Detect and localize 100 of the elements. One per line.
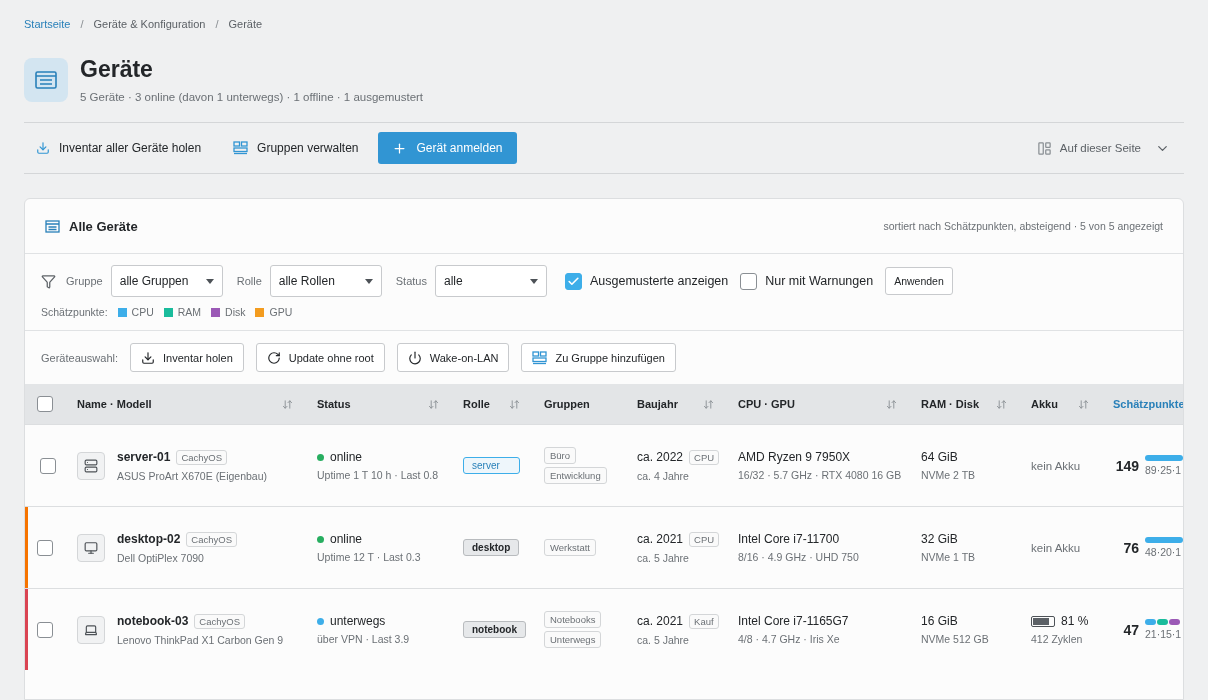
column-header[interactable]: Status [305,398,451,410]
page-summary: 5 Geräte · 3 online (davon 1 unterwegs) · 1 offline · 1 ausgemustert [80,91,424,103]
group-tag: Unterwegs [544,631,602,648]
breadcrumb-link[interactable]: Startseite [24,18,71,30]
plus-icon [392,140,408,156]
score-parts: 21·15·1 [1145,628,1183,640]
legend-label: RAM [177,306,202,318]
row-checkbox[interactable] [37,621,53,638]
score-parts: 89·25·1 [1145,464,1183,476]
toolbar-button[interactable]: Gruppen verwalten [221,132,371,164]
year-text: ca. 2021 [637,614,684,628]
selection-button[interactable]: Zu Gruppe hinzufügen [521,343,676,372]
check-icon [566,274,580,288]
year-text: ca. 2021 [637,532,684,546]
role-tag: desktop [463,539,520,556]
column-header[interactable]: Baujahr [625,398,726,410]
page-icon [24,57,68,102]
card-title: Alle Geräte [69,218,138,234]
breadcrumb-link[interactable]: Geräte & Konfiguration [93,18,206,30]
toolbar-button[interactable]: Inventar aller Geräte holen [24,132,214,164]
caret-icon [364,278,373,284]
score-bar [1145,455,1183,461]
selection-button[interactable]: Update ohne root [255,343,385,372]
apply-button[interactable]: Anwenden [885,267,953,295]
os-tag: CachyOS [176,449,228,465]
power-icon [407,350,422,365]
score-value: 47 [1123,621,1139,638]
disk-text: NVMe 512 GB [921,633,990,645]
sort-icon[interactable] [1078,398,1089,410]
age-text: ca. 5 Jahre [637,551,690,564]
role-tag: notebook [463,621,526,638]
sort-icon[interactable] [703,398,714,410]
group-tag: Notebooks [544,611,602,628]
battery-text: kein Akku [1031,459,1082,472]
row-checkbox[interactable] [37,539,53,556]
battery-cycles: 412 Zyklen [1031,633,1084,645]
selection-button[interactable]: Inventar holen [130,343,244,372]
selection-button[interactable]: Wake-on-LAN [396,343,510,372]
filter-select[interactable]: alle Gruppen [110,265,223,297]
column-header[interactable]: Rolle [451,398,532,410]
status-detail: Uptime 12 T · Last 0.3 [317,551,422,563]
column-header[interactable]: Gruppen [532,398,625,410]
row-checkbox[interactable] [40,457,56,474]
battery-reading: 81 % [1061,614,1089,628]
cpu-text: Intel Core i7-1165G7 [738,614,850,628]
download-icon [36,141,50,155]
selection-label: Geräteauswahl: [41,351,119,364]
status-detail: über VPN · Last 3.9 [317,633,411,645]
filter-icon [41,273,56,289]
breadcrumb-link[interactable]: Geräte [228,18,263,30]
role-tag: server [463,457,520,474]
sort-icon[interactable] [996,398,1007,410]
cpu-text: AMD Ryzen 9 7950X [738,450,852,464]
column-header[interactable]: CPU · GPU [726,398,909,410]
filter-label: Gruppe [66,275,103,287]
device-name: desktop-02 [117,532,181,546]
filter-select[interactable]: alle [434,265,547,297]
filter-checkbox[interactable]: Ausgemusterte anzeigen [564,272,729,290]
group-tag: Entwicklung [544,467,607,484]
score-value: 76 [1123,539,1139,556]
age-text: ca. 5 Jahre [637,633,690,646]
filter-select[interactable]: alle Rollen [269,265,382,297]
battery-icon [1031,615,1055,627]
cpu-detail: 4/8 · 4.7 GHz · Iris Xe [738,633,841,645]
sort-icon[interactable] [509,398,520,410]
page-title: Geräte [80,56,154,83]
caret-icon [529,278,538,284]
sort-icon[interactable] [886,398,897,410]
select-all-checkbox[interactable] [37,396,53,412]
column-header[interactable]: Akku [1019,398,1101,410]
groups-icon [532,350,548,365]
ram-text: 64 GiB [921,450,959,464]
device-model: ASUS ProArt X670E (Eigenbau) [117,469,267,482]
age-text: ca. 4 Jahre [637,469,690,482]
device-model: Dell OptiPlex 7090 [117,551,205,564]
year-tag: CPU [689,531,720,547]
column-header[interactable]: Name · Modell [65,398,305,410]
device-model: Lenovo ThinkPad X1 Carbon Gen 9 [117,633,284,646]
year-tag: Kauf [689,613,719,629]
caret-icon [205,278,214,284]
os-tag: CachyOS [186,531,237,547]
legend-label: Schätzpunkte: [41,306,108,318]
cpu-text: Intel Core i7-11700 [738,532,841,546]
breadcrumb-separator: / [80,18,84,30]
year-tag: CPU [689,449,720,465]
device-name: server-01 [117,450,171,464]
column-header[interactable]: RAM · Disk [909,398,1019,410]
group-tag: Büro [544,447,577,464]
view-menu-button[interactable]: Auf dieser Seite [1036,140,1184,156]
disk-text: NVMe 2 TB [921,469,977,481]
groups-icon [233,141,249,155]
sort-icon[interactable] [282,398,293,410]
filter-label: Rolle [236,275,262,287]
os-tag: CachyOS [194,613,245,629]
score-value: 149 [1115,457,1139,474]
sort-icon[interactable] [428,398,439,410]
laptop-icon [84,622,98,637]
filter-checkbox[interactable]: Nur mit Warnungen [740,272,874,290]
status-text: unterwegs [330,614,386,628]
update-icon [266,350,281,365]
